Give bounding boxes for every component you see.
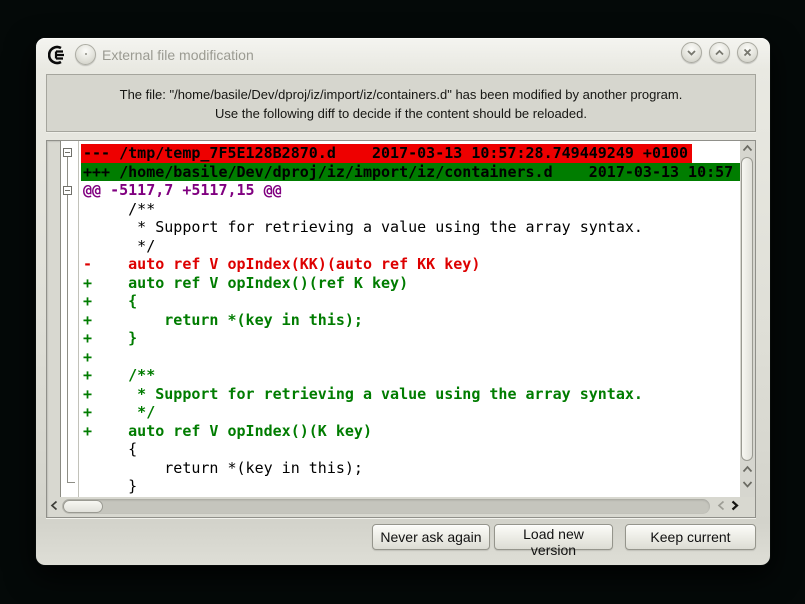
never-ask-again-button[interactable]: Never ask again: [372, 524, 490, 550]
diff-line: + /**: [81, 366, 740, 385]
diff-lines: --- /tmp/temp_7F5E128B2870.d 2017-03-13 …: [81, 144, 740, 497]
chevron-down-icon: [686, 47, 697, 58]
diff-line: return *(key in this);: [81, 459, 740, 478]
close-icon: [742, 47, 753, 58]
chevron-up-icon: [742, 144, 753, 153]
fold-line-end: [67, 482, 75, 483]
diff-line: + }: [81, 329, 740, 348]
diff-panel: --- /tmp/temp_7F5E128B2870.d 2017-03-13 …: [46, 140, 756, 518]
keep-current-button[interactable]: Keep current: [625, 524, 756, 550]
scroll-left-button[interactable]: [48, 499, 61, 512]
scroll-right-button[interactable]: [728, 499, 741, 512]
scroll-left-button-secondary[interactable]: [715, 499, 728, 512]
fold-line: [67, 157, 68, 482]
diff-line: {: [81, 440, 740, 459]
scroll-down-button[interactable]: [741, 478, 754, 491]
diff-line: }: [81, 477, 740, 496]
diff-line: /**: [81, 200, 740, 219]
titlebar-pin-button[interactable]: [75, 44, 96, 65]
screen: External file modification: [0, 0, 805, 604]
diff-line: * Support for retrieving a value using t…: [81, 218, 740, 237]
chevron-up-icon: [714, 47, 725, 58]
fold-gutter: [61, 141, 79, 497]
diff-line: + auto ref V opIndex()(ref K key): [81, 274, 740, 293]
diff-line: @@ -5117,7 +5117,15 @@: [81, 181, 740, 200]
load-new-version-button[interactable]: Load new version: [494, 524, 613, 550]
window-title: External file modification: [102, 38, 254, 72]
diff-line: +++ /home/basile/Dev/dproj/iz/import/iz/…: [81, 163, 740, 182]
diff-line: + auto ref V opIndex()(K key): [81, 422, 740, 441]
dialog-window: External file modification: [36, 38, 770, 565]
diff-line: */: [81, 237, 740, 256]
message-line1: The file: "/home/basile/Dev/dproj/iz/imp…: [47, 85, 755, 104]
scroll-up-button-secondary[interactable]: [741, 463, 754, 476]
fold-marker-collapse[interactable]: [63, 186, 72, 195]
horizontal-scrollbar-thumb[interactable]: [63, 500, 103, 513]
chevron-up-icon: [742, 465, 753, 474]
message-line2: Use the following diff to decide if the …: [47, 104, 755, 123]
titlebar[interactable]: External file modification: [36, 38, 770, 72]
diff-line: - auto ref V opIndex(KK)(auto ref KK key…: [81, 255, 740, 274]
scroll-up-button[interactable]: [741, 142, 754, 155]
minimize-button[interactable]: [681, 42, 702, 63]
chevron-left-icon: [50, 500, 59, 511]
vertical-scrollbar[interactable]: [740, 141, 755, 497]
vertical-scrollbar-thumb[interactable]: [741, 157, 753, 461]
horizontal-scrollbar[interactable]: [62, 499, 710, 514]
close-button[interactable]: [737, 42, 758, 63]
chevron-right-icon: [730, 500, 739, 511]
diff-line: + return *(key in this);: [81, 311, 740, 330]
diff-line: + * Support for retrieving a value using…: [81, 385, 740, 404]
chevron-left-icon: [717, 500, 726, 511]
diff-line: + */: [81, 403, 740, 422]
message-panel: The file: "/home/basile/Dev/dproj/iz/imp…: [46, 74, 756, 132]
fold-marker-collapse[interactable]: [63, 148, 72, 157]
maximize-button[interactable]: [709, 42, 730, 63]
chevron-down-icon: [742, 480, 753, 489]
diff-line: + {: [81, 292, 740, 311]
diff-line: +: [81, 348, 740, 367]
window-controls: [681, 42, 758, 63]
diff-editor[interactable]: --- /tmp/temp_7F5E128B2870.d 2017-03-13 …: [60, 141, 740, 497]
diff-line: --- /tmp/temp_7F5E128B2870.d 2017-03-13 …: [81, 144, 740, 163]
app-icon: [48, 45, 68, 65]
